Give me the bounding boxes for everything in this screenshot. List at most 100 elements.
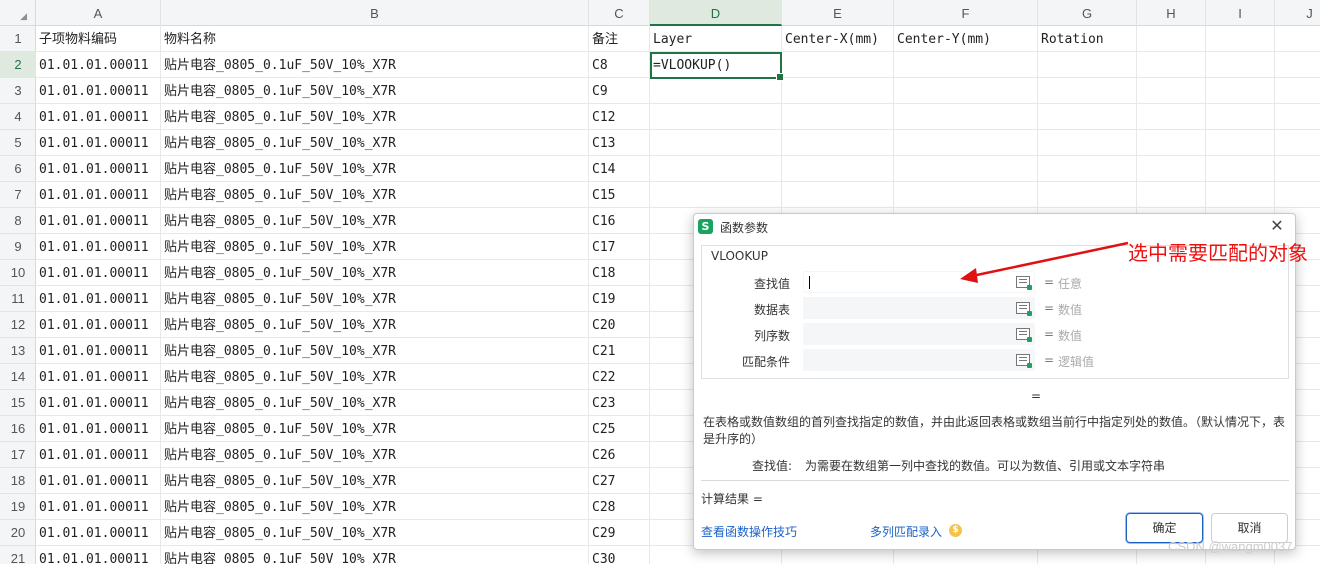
cell-c6[interactable]: C14	[589, 156, 650, 182]
cell-c16[interactable]: C25	[589, 416, 650, 442]
row-header-3[interactable]: 3	[0, 78, 36, 104]
cell-h3[interactable]	[1137, 78, 1206, 104]
cell-c11[interactable]: C19	[589, 286, 650, 312]
row-header-7[interactable]: 7	[0, 182, 36, 208]
row-header-15[interactable]: 15	[0, 390, 36, 416]
cell-b1[interactable]: 物料名称	[161, 26, 589, 52]
cell-c9[interactable]: C17	[589, 234, 650, 260]
cell-i5[interactable]	[1206, 130, 1275, 156]
cell-g5[interactable]	[1038, 130, 1137, 156]
column-header-e[interactable]: E	[782, 0, 894, 26]
cell-h6[interactable]	[1137, 156, 1206, 182]
cell-i1[interactable]	[1206, 26, 1275, 52]
range-lookup-input[interactable]	[803, 349, 1035, 371]
cell-a5[interactable]: 01.01.01.00011	[36, 130, 161, 156]
cell-a10[interactable]: 01.01.01.00011	[36, 260, 161, 286]
cell-b10[interactable]: 贴片电容_0805_0.1uF_50V_10%_X7R	[161, 260, 589, 286]
cell-f5[interactable]	[894, 130, 1038, 156]
cell-c13[interactable]: C21	[589, 338, 650, 364]
row-header-6[interactable]: 6	[0, 156, 36, 182]
cell-g7[interactable]	[1038, 182, 1137, 208]
row-header-1[interactable]: 1	[0, 26, 36, 52]
cell-b4[interactable]: 贴片电容_0805_0.1uF_50V_10%_X7R	[161, 104, 589, 130]
cell-j4[interactable]	[1275, 104, 1320, 130]
cell-a17[interactable]: 01.01.01.00011	[36, 442, 161, 468]
cell-j3[interactable]	[1275, 78, 1320, 104]
cell-b17[interactable]: 贴片电容_0805_0.1uF_50V_10%_X7R	[161, 442, 589, 468]
column-header-d[interactable]: D	[650, 0, 782, 26]
cell-b3[interactable]: 贴片电容_0805_0.1uF_50V_10%_X7R	[161, 78, 589, 104]
cell-j7[interactable]	[1275, 182, 1320, 208]
cell-a1[interactable]: 子项物料编码	[36, 26, 161, 52]
cell-a6[interactable]: 01.01.01.00011	[36, 156, 161, 182]
column-header-f[interactable]: F	[894, 0, 1038, 26]
cell-e3[interactable]	[782, 78, 894, 104]
cell-d7[interactable]	[650, 182, 782, 208]
cell-a12[interactable]: 01.01.01.00011	[36, 312, 161, 338]
cell-a20[interactable]: 01.01.01.00011	[36, 520, 161, 546]
cell-b14[interactable]: 贴片电容_0805_0.1uF_50V_10%_X7R	[161, 364, 589, 390]
column-header-j[interactable]: J	[1275, 0, 1320, 26]
column-header-c[interactable]: C	[589, 0, 650, 26]
dialog-titlebar[interactable]: S 函数参数 ✕	[694, 214, 1295, 240]
cell-c15[interactable]: C23	[589, 390, 650, 416]
cell-g4[interactable]	[1038, 104, 1137, 130]
row-header-19[interactable]: 19	[0, 494, 36, 520]
row-header-16[interactable]: 16	[0, 416, 36, 442]
cell-a7[interactable]: 01.01.01.00011	[36, 182, 161, 208]
row-header-12[interactable]: 12	[0, 312, 36, 338]
column-header-a[interactable]: A	[36, 0, 161, 26]
cell-a18[interactable]: 01.01.01.00011	[36, 468, 161, 494]
cell-h2[interactable]	[1137, 52, 1206, 78]
cell-a4[interactable]: 01.01.01.00011	[36, 104, 161, 130]
row-header-8[interactable]: 8	[0, 208, 36, 234]
cell-e5[interactable]	[782, 130, 894, 156]
column-header-i[interactable]: I	[1206, 0, 1275, 26]
cell-a15[interactable]: 01.01.01.00011	[36, 390, 161, 416]
cell-j6[interactable]	[1275, 156, 1320, 182]
cell-b12[interactable]: 贴片电容_0805_0.1uF_50V_10%_X7R	[161, 312, 589, 338]
cell-g2[interactable]	[1038, 52, 1137, 78]
cell-c12[interactable]: C20	[589, 312, 650, 338]
cell-b16[interactable]: 贴片电容_0805_0.1uF_50V_10%_X7R	[161, 416, 589, 442]
range-select-icon[interactable]	[1016, 354, 1032, 368]
cell-d3[interactable]	[650, 78, 782, 104]
multi-column-match-link[interactable]: 多列匹配录入	[870, 523, 942, 540]
cell-a8[interactable]: 01.01.01.00011	[36, 208, 161, 234]
cell-c3[interactable]: C9	[589, 78, 650, 104]
cell-a19[interactable]: 01.01.01.00011	[36, 494, 161, 520]
row-header-17[interactable]: 17	[0, 442, 36, 468]
cell-b20[interactable]: 贴片电容_0805_0.1uF_50V_10%_X7R	[161, 520, 589, 546]
cell-b18[interactable]: 贴片电容_0805_0.1uF_50V_10%_X7R	[161, 468, 589, 494]
close-icon[interactable]: ✕	[1267, 216, 1287, 236]
cell-a11[interactable]: 01.01.01.00011	[36, 286, 161, 312]
cell-j1[interactable]	[1275, 26, 1320, 52]
cell-a9[interactable]: 01.01.01.00011	[36, 234, 161, 260]
cell-h1[interactable]	[1137, 26, 1206, 52]
cell-b9[interactable]: 贴片电容_0805_0.1uF_50V_10%_X7R	[161, 234, 589, 260]
cell-h4[interactable]	[1137, 104, 1206, 130]
cell-b8[interactable]: 贴片电容_0805_0.1uF_50V_10%_X7R	[161, 208, 589, 234]
cell-c21[interactable]: C30	[589, 546, 650, 564]
cell-i7[interactable]	[1206, 182, 1275, 208]
column-header-h[interactable]: H	[1137, 0, 1206, 26]
row-header-9[interactable]: 9	[0, 234, 36, 260]
range-select-icon[interactable]	[1016, 328, 1032, 342]
row-header-20[interactable]: 20	[0, 520, 36, 546]
column-header-g[interactable]: G	[1038, 0, 1137, 26]
cell-c20[interactable]: C29	[589, 520, 650, 546]
cell-c5[interactable]: C13	[589, 130, 650, 156]
table-array-input[interactable]	[803, 297, 1035, 319]
cell-b21[interactable]: 贴片电容_0805_0.1uF_50V_10%_X7R	[161, 546, 589, 564]
cell-d5[interactable]	[650, 130, 782, 156]
cell-f7[interactable]	[894, 182, 1038, 208]
cell-f3[interactable]	[894, 78, 1038, 104]
column-header-b[interactable]: B	[161, 0, 589, 26]
cell-a2[interactable]: 01.01.01.00011	[36, 52, 161, 78]
cell-g1[interactable]: Rotation	[1038, 26, 1137, 52]
cell-b11[interactable]: 贴片电容_0805_0.1uF_50V_10%_X7R	[161, 286, 589, 312]
row-header-4[interactable]: 4	[0, 104, 36, 130]
cell-a21[interactable]: 01.01.01.00011	[36, 546, 161, 564]
cell-a14[interactable]: 01.01.01.00011	[36, 364, 161, 390]
cell-f4[interactable]	[894, 104, 1038, 130]
